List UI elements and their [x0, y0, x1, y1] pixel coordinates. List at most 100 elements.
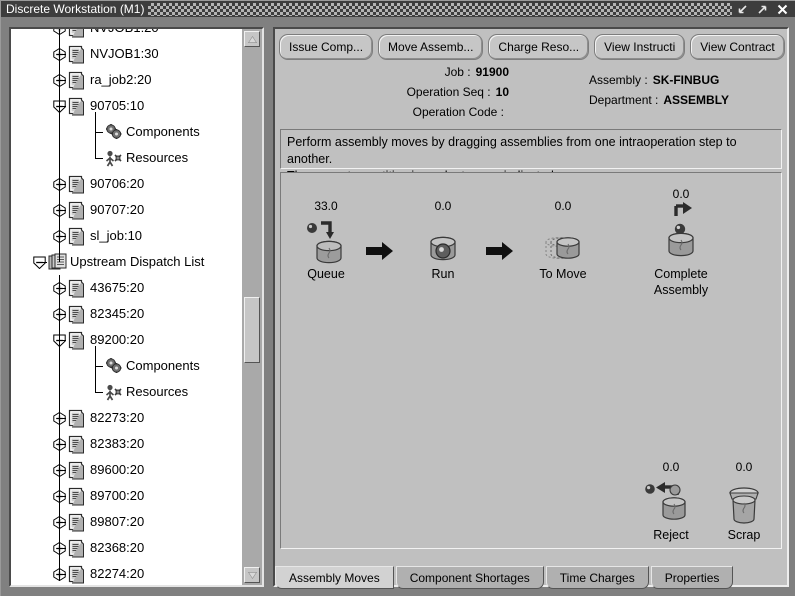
charge-resources-button[interactable]: Charge Reso...: [488, 34, 590, 60]
job-node-icon: [68, 45, 85, 64]
tree-connector-line: [59, 470, 66, 471]
tree-node-label: 90705:10: [90, 98, 145, 113]
scroll-up-button[interactable]: [244, 31, 260, 47]
dispatch-tree-panel: NVJOB1:20 NVJOB1:30 ra_job2:20 90705:10 Comp…: [9, 27, 264, 587]
queue-icon[interactable]: [281, 214, 371, 266]
tab-label: Component Shortages: [409, 570, 530, 585]
issue-components-button[interactable]: Issue Comp...: [279, 34, 374, 60]
tree-connector-line: [59, 106, 66, 107]
tree-node-89700-20[interactable]: 89700:20: [11, 483, 242, 509]
job-info-right-column: Assembly : SK-FINBUG Department : ASSEMB…: [589, 73, 789, 113]
tree-node-nvjob1-20[interactable]: NVJOB1:20: [11, 29, 242, 41]
complete-assembly-label-line2: Assembly: [653, 283, 709, 297]
tree-node-label: Components: [126, 358, 200, 373]
step-complete-assembly[interactable]: 0.0 Complete Assembly: [636, 187, 726, 298]
operation-seq-label: Operation Seq :: [406, 85, 491, 99]
tree-node-90706-20[interactable]: 90706:20: [11, 171, 242, 197]
tree-node-label: Resources: [126, 150, 189, 165]
tree-connector-line: [59, 236, 66, 237]
job-row: Job : 91900: [279, 65, 509, 85]
job-node-icon: [68, 71, 85, 90]
scroll-thumb[interactable]: [244, 297, 260, 363]
scrap-label: Scrap: [727, 528, 761, 542]
move-assemblies-button[interactable]: Move Assemb...: [378, 34, 484, 60]
view-contract-button[interactable]: View Contract: [690, 34, 785, 60]
job-node-icon: [68, 487, 85, 506]
step-run[interactable]: 0.0 Run: [398, 199, 488, 282]
tab-label: Assembly Moves: [289, 570, 380, 585]
window-controls: [736, 3, 795, 16]
to-move-label: To Move: [539, 267, 587, 281]
tree-node-resources[interactable]: Resources: [11, 145, 242, 171]
resources-node-icon: [104, 149, 122, 168]
tree-node-sl-job-10[interactable]: sl_job:10: [11, 223, 242, 249]
job-node-icon: [68, 305, 85, 324]
run-icon[interactable]: [398, 214, 488, 266]
tab-component-shortages[interactable]: Component Shortages: [395, 566, 544, 589]
tree-node-82368-20[interactable]: 82368:20: [11, 535, 242, 561]
tree-node-90705-10[interactable]: 90705:10: [11, 93, 242, 119]
tree-node-label: ra_job2:20: [90, 72, 152, 87]
tree-connector-line: [59, 288, 66, 289]
tree-node-components[interactable]: Components: [11, 119, 242, 145]
tree-node-82383-20[interactable]: 82383:20: [11, 431, 242, 457]
tree-node-90707-20[interactable]: 90707:20: [11, 197, 242, 223]
job-label: Job :: [444, 65, 471, 79]
tree-connector-line: [59, 548, 66, 549]
operation-code-row: Operation Code :: [279, 105, 509, 125]
step-to-move[interactable]: 0.0 To Move: [518, 199, 608, 282]
tree-node-label: 89807:20: [90, 514, 145, 529]
job-node-icon: [68, 227, 85, 246]
tree-node-nvjob1-30[interactable]: NVJOB1:30: [11, 41, 242, 67]
complete-assembly-icon[interactable]: [636, 202, 726, 266]
job-node-icon: [68, 97, 85, 116]
job-node-icon: [68, 175, 85, 194]
tree-vertical-scrollbar[interactable]: [242, 29, 262, 585]
tree-node-components[interactable]: Components: [11, 353, 242, 379]
maximize-button[interactable]: [756, 3, 769, 16]
to-move-icon[interactable]: [518, 214, 608, 266]
tree-node-89600-20[interactable]: 89600:20: [11, 457, 242, 483]
tab-assembly-moves[interactable]: Assembly Moves: [275, 566, 394, 589]
tab-label: Time Charges: [559, 570, 635, 585]
tree-node-89200-20[interactable]: 89200:20: [11, 327, 242, 353]
components-node-icon: [104, 123, 122, 142]
tab-properties[interactable]: Properties: [650, 566, 734, 589]
job-node-icon: [68, 539, 85, 558]
tree-node-82345-20[interactable]: 82345:20: [11, 301, 242, 327]
view-instructions-button[interactable]: View Instructi: [594, 34, 686, 60]
scrap-icon[interactable]: [699, 475, 789, 527]
step-scrap[interactable]: 0.0 Scrap: [699, 460, 789, 543]
tree-connector-line: [95, 392, 103, 393]
job-value: 91900: [475, 65, 509, 79]
tree-node-89807-20[interactable]: 89807:20: [11, 509, 242, 535]
operation-seq-value: 10: [495, 85, 509, 99]
tab-time-charges[interactable]: Time Charges: [545, 566, 649, 589]
instructions-line-1: Perform assembly moves by dragging assem…: [287, 135, 737, 166]
assembly-moves-canvas[interactable]: 33.0 Queue 0.0 Run 0.0 To Move 0.0 Compl…: [280, 172, 782, 549]
job-node-icon: [68, 513, 85, 532]
tree-node-43675-20[interactable]: 43675:20: [11, 275, 242, 301]
job-node-icon: [68, 279, 85, 298]
job-node-icon: [68, 565, 85, 584]
minimize-button[interactable]: [736, 3, 749, 16]
close-button[interactable]: [776, 3, 789, 16]
queue-quantity: 33.0: [314, 199, 338, 213]
tree-connector-line: [59, 496, 66, 497]
window-title: Discrete Workstation (M1): [6, 2, 145, 16]
tree-node-ra-job2-20[interactable]: ra_job2:20: [11, 67, 242, 93]
scroll-down-button[interactable]: [244, 567, 260, 583]
tree-viewport[interactable]: NVJOB1:20 NVJOB1:30 ra_job2:20 90705:10 Comp…: [11, 29, 242, 585]
workstation-detail-panel: Issue Comp... Move Assemb... Charge Reso..…: [273, 27, 789, 587]
tree-node-resources[interactable]: Resources: [11, 379, 242, 405]
tree-node-82274-20[interactable]: 82274:20: [11, 561, 242, 585]
tree-node-82273-20[interactable]: 82273:20: [11, 405, 242, 431]
tree-node-label: 82383:20: [90, 436, 145, 451]
titlebar-hatch-pattern: [148, 2, 732, 16]
tab-label: Properties: [664, 570, 720, 585]
step-queue[interactable]: 33.0 Queue: [281, 199, 371, 282]
run-label: Run: [431, 267, 455, 281]
operation-seq-row: Operation Seq : 10: [279, 85, 509, 105]
job-node-icon: [68, 331, 85, 350]
complete-assembly-label-line1: Complete: [654, 267, 708, 281]
